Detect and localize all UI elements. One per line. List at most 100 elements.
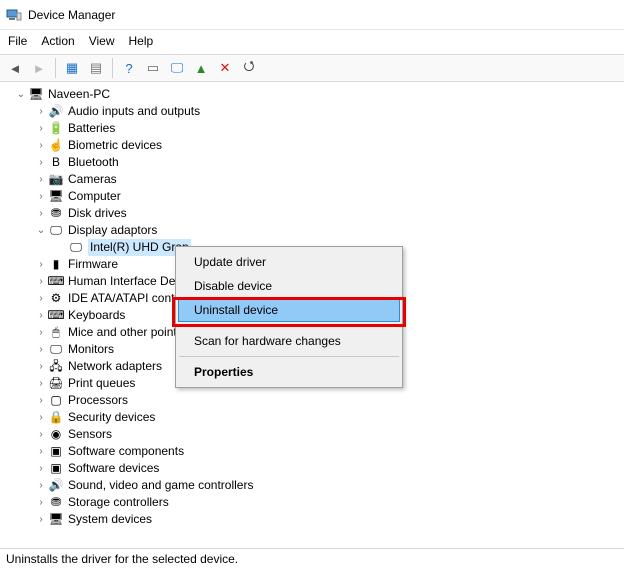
expander-icon[interactable]: ›: [34, 188, 48, 205]
menu-file[interactable]: File: [8, 34, 27, 48]
sw-dev-icon: ▣: [48, 461, 64, 477]
tree-label: Monitors: [68, 341, 114, 358]
network-icon: 🖧: [48, 359, 64, 375]
disk-icon: ⛃: [48, 206, 64, 222]
tree-label: Print queues: [68, 375, 135, 392]
tree-label: Processors: [68, 392, 128, 409]
tree-node[interactable]: ›BBluetooth: [6, 154, 622, 171]
status-text: Uninstalls the driver for the selected d…: [6, 552, 238, 566]
tree-label: Security devices: [68, 409, 155, 426]
tree-node[interactable]: ›🔊Sound, video and game controllers: [6, 477, 622, 494]
tree-label: Firmware: [68, 256, 118, 273]
tree-node[interactable]: ›▢Processors: [6, 392, 622, 409]
menu-separator: [179, 325, 399, 326]
menu-uninstall-device[interactable]: Uninstall device: [178, 298, 400, 322]
tree-label: Naveen-PC: [48, 86, 110, 103]
tree-label: Sensors: [68, 426, 112, 443]
monitor-icon[interactable]: 🖵: [166, 57, 188, 79]
menu-properties[interactable]: Properties: [178, 360, 400, 384]
menu-scan-hardware[interactable]: Scan for hardware changes: [178, 329, 400, 353]
expander-icon[interactable]: ›: [34, 341, 48, 358]
cpu-icon: ▢: [48, 393, 64, 409]
tree-label: Disk drives: [68, 205, 127, 222]
tree-node[interactable]: ›🔋Batteries: [6, 120, 622, 137]
tree-label: Bluetooth: [68, 154, 119, 171]
tree-node[interactable]: ›📷Cameras: [6, 171, 622, 188]
expander-icon[interactable]: ›: [34, 409, 48, 426]
tree-label: Software devices: [68, 460, 159, 477]
menu-view[interactable]: View: [89, 34, 115, 48]
tree-node[interactable]: ⌄🖥Naveen-PC: [6, 86, 622, 103]
expander-icon[interactable]: ›: [34, 324, 48, 341]
menu-update-driver[interactable]: Update driver: [178, 250, 400, 274]
expander-icon[interactable]: ›: [34, 494, 48, 511]
ide-icon: ⚙: [48, 291, 64, 307]
expander-icon[interactable]: ›: [34, 154, 48, 171]
menu-separator: [179, 356, 399, 357]
expander-icon[interactable]: ›: [34, 460, 48, 477]
expander-icon[interactable]: ›: [34, 375, 48, 392]
tree-node[interactable]: ›⛃Disk drives: [6, 205, 622, 222]
expander-icon[interactable]: ›: [34, 120, 48, 137]
forward-icon[interactable]: ►: [28, 57, 50, 79]
expander-icon[interactable]: ›: [34, 290, 48, 307]
properties-icon[interactable]: ▤: [85, 57, 107, 79]
computer-root-icon: 🖥: [28, 87, 44, 103]
expander-icon[interactable]: ›: [34, 205, 48, 222]
bluetooth-icon: B: [48, 155, 64, 171]
expander-icon[interactable]: ›: [34, 511, 48, 528]
tree-label: Keyboards: [68, 307, 125, 324]
menu-disable-device[interactable]: Disable device: [178, 274, 400, 298]
menu-help[interactable]: Help: [129, 34, 154, 48]
tree-label: Software components: [68, 443, 184, 460]
tree-node[interactable]: ›◉Sensors: [6, 426, 622, 443]
titlebar: Device Manager: [0, 0, 624, 30]
tree-node[interactable]: ›▣Software devices: [6, 460, 622, 477]
gpu-icon: 🖵: [68, 240, 84, 256]
show-hidden-icon[interactable]: ▦: [61, 57, 83, 79]
tree-node[interactable]: ›🔊Audio inputs and outputs: [6, 103, 622, 120]
expander-icon[interactable]: ›: [34, 477, 48, 494]
expander-icon[interactable]: ⌄: [34, 222, 48, 239]
system-icon: 🖥: [48, 512, 64, 528]
security-icon: 🔒: [48, 410, 64, 426]
expander-icon[interactable]: ›: [34, 171, 48, 188]
tree-node[interactable]: ›⛃Storage controllers: [6, 494, 622, 511]
sensor-icon: ◉: [48, 427, 64, 443]
back-icon[interactable]: ◄: [4, 57, 26, 79]
scan-window-icon[interactable]: ▭: [142, 57, 164, 79]
tree-node[interactable]: ›▣Software components: [6, 443, 622, 460]
expander-icon[interactable]: ›: [34, 426, 48, 443]
expander-icon[interactable]: ›: [34, 137, 48, 154]
help-icon[interactable]: ?: [118, 57, 140, 79]
firmware-icon: ▮: [48, 257, 64, 273]
tree-node[interactable]: ⌄🖵Display adaptors: [6, 222, 622, 239]
expander-icon[interactable]: ›: [34, 307, 48, 324]
tree-label: IDE ATA/ATAPI contr: [68, 290, 178, 307]
tree-node[interactable]: ›🖥Computer: [6, 188, 622, 205]
expander-icon[interactable]: ›: [34, 358, 48, 375]
app-icon: [6, 7, 22, 23]
keyboard-icon: ⌨: [48, 308, 64, 324]
tree-label: Audio inputs and outputs: [68, 103, 200, 120]
expander-icon[interactable]: ›: [34, 392, 48, 409]
menu-action[interactable]: Action: [41, 34, 74, 48]
tree-node[interactable]: ›🔒Security devices: [6, 409, 622, 426]
mouse-icon: 🖱: [48, 325, 64, 341]
expander-icon[interactable]: ›: [34, 273, 48, 290]
display-icon: 🖵: [48, 223, 64, 239]
monitors-icon: 🖵: [48, 342, 64, 358]
tree-node[interactable]: ›🖥System devices: [6, 511, 622, 528]
remove-icon[interactable]: ✕: [214, 57, 236, 79]
expander-icon[interactable]: ⌄: [14, 86, 28, 103]
hid-icon: ⌨: [48, 274, 64, 290]
update-scan-icon[interactable]: ⭯: [238, 57, 260, 79]
expander-icon[interactable]: ›: [34, 103, 48, 120]
storage-icon: ⛃: [48, 495, 64, 511]
expander-icon[interactable]: ›: [34, 256, 48, 273]
add-legacy-icon[interactable]: ▲: [190, 57, 212, 79]
expander-icon[interactable]: ›: [34, 443, 48, 460]
tree-node[interactable]: ›☝Biometric devices: [6, 137, 622, 154]
statusbar: Uninstalls the driver for the selected d…: [0, 548, 624, 570]
tree-label: Computer: [68, 188, 121, 205]
